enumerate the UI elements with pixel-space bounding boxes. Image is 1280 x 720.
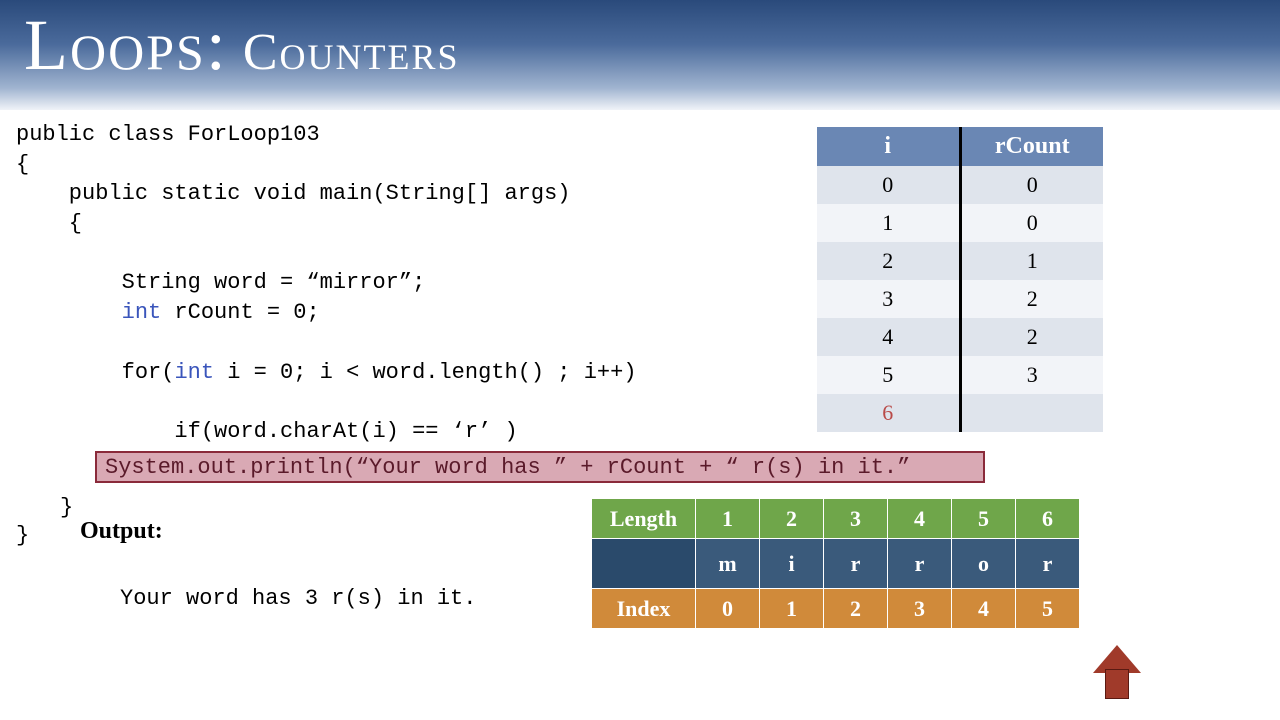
- code-line-7a: for(: [16, 360, 174, 385]
- index-label: Index: [592, 589, 696, 629]
- length-cell: 5: [952, 499, 1016, 539]
- index-row: Index 0 1 2 3 4 5: [592, 589, 1080, 629]
- length-cell: 1: [696, 499, 760, 539]
- trace-cell: 3: [960, 356, 1103, 394]
- trace-row: 21: [817, 242, 1103, 280]
- length-cell: 2: [760, 499, 824, 539]
- code-kw-int-1: int: [16, 300, 161, 325]
- code-line-7b: i = 0; i < word.length() ; i++): [214, 360, 636, 385]
- trace-cell: 0: [960, 166, 1103, 204]
- output-label: Output:: [80, 518, 163, 545]
- trace-cell-terminator: 6: [817, 394, 960, 432]
- code-line-4: {: [16, 211, 82, 236]
- title-word-1: Loops:: [24, 5, 228, 85]
- length-cell: 4: [888, 499, 952, 539]
- trace-cell: 4: [817, 318, 960, 356]
- code-line-2: {: [16, 152, 29, 177]
- slide-title: Loops: Counters: [24, 20, 460, 82]
- trace-cell: 3: [817, 280, 960, 318]
- highlighted-println: System.out.println(“Your word has ” + rC…: [95, 451, 985, 483]
- code-line-1: public class ForLoop103: [16, 122, 320, 147]
- code-line-5: String word = “mirror”;: [16, 270, 425, 295]
- index-cell: 5: [1016, 589, 1080, 629]
- index-cell: 1: [760, 589, 824, 629]
- code-line-8: if(word.charAt(i) == ‘r’ ): [16, 419, 518, 444]
- length-label: Length: [592, 499, 696, 539]
- trace-header-rcount: rCount: [960, 127, 1103, 166]
- length-cell: 6: [1016, 499, 1080, 539]
- trace-cell: 2: [960, 280, 1103, 318]
- code-line-6-rest: rCount = 0;: [161, 300, 319, 325]
- trace-table: i rCount 00 10 21 32 42 53 6: [817, 127, 1103, 432]
- index-cell: 2: [824, 589, 888, 629]
- println-text: System.out.println(“Your word has ” + rC…: [105, 455, 910, 480]
- close-brace-outer: }: [16, 523, 29, 548]
- slide-header: Loops: Counters: [0, 0, 1280, 110]
- length-cell: 3: [824, 499, 888, 539]
- char-label-blank: [592, 539, 696, 589]
- length-row: Length 1 2 3 4 5 6: [592, 499, 1080, 539]
- index-cell: 3: [888, 589, 952, 629]
- arrow-stem: [1105, 669, 1129, 699]
- char-cell: r: [1016, 539, 1080, 589]
- trace-header-row: i rCount: [817, 127, 1103, 166]
- char-row: m i r r o r: [592, 539, 1080, 589]
- word-layout-table: Length 1 2 3 4 5 6 m i r r o r Index 0 1…: [591, 498, 1080, 629]
- title-word-2: Counters: [243, 24, 460, 81]
- trace-row: 53: [817, 356, 1103, 394]
- char-cell: r: [824, 539, 888, 589]
- trace-cell: 1: [960, 242, 1103, 280]
- trace-row: 6: [817, 394, 1103, 432]
- trace-header-i: i: [817, 127, 960, 166]
- trace-cell: 0: [817, 166, 960, 204]
- trace-cell: 1: [817, 204, 960, 242]
- trace-row: 00: [817, 166, 1103, 204]
- char-cell: m: [696, 539, 760, 589]
- char-cell: r: [888, 539, 952, 589]
- trace-cell: [960, 394, 1103, 432]
- code-kw-int-2: int: [174, 360, 214, 385]
- index-cell: 0: [696, 589, 760, 629]
- output-text: Your word has 3 r(s) in it.: [120, 586, 476, 611]
- code-block: public class ForLoop103 { public static …: [16, 120, 637, 476]
- trace-cell: 0: [960, 204, 1103, 242]
- char-cell: o: [952, 539, 1016, 589]
- char-cell: i: [760, 539, 824, 589]
- trace-cell: 2: [960, 318, 1103, 356]
- index-cell: 4: [952, 589, 1016, 629]
- trace-row: 32: [817, 280, 1103, 318]
- trace-cell: 5: [817, 356, 960, 394]
- code-line-3: public static void main(String[] args): [16, 181, 571, 206]
- trace-row: 42: [817, 318, 1103, 356]
- trace-row: 10: [817, 204, 1103, 242]
- close-brace-inner: }: [60, 495, 73, 520]
- trace-cell: 2: [817, 242, 960, 280]
